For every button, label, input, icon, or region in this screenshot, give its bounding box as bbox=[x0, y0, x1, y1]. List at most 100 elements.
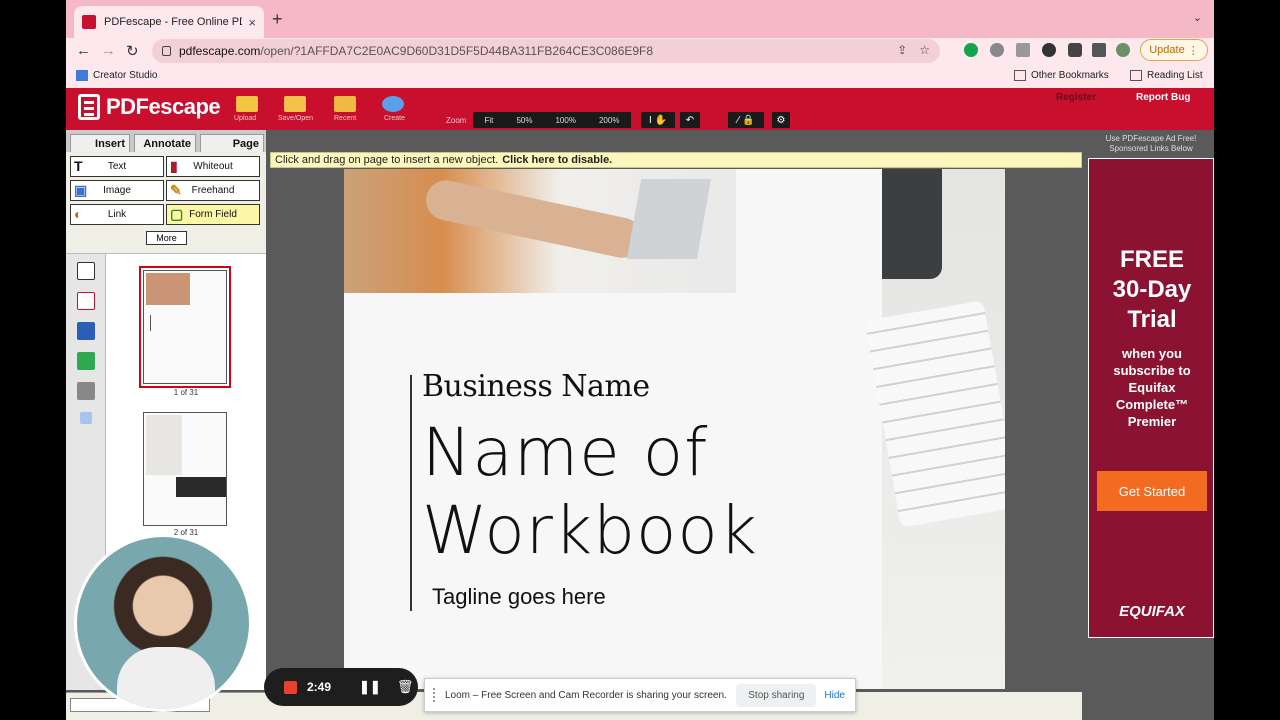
bookmarks-bar: Creator Studio Other Bookmarks Reading L… bbox=[66, 66, 1214, 88]
insert-notice-bar: Click and drag on page to insert a new o… bbox=[270, 152, 1082, 168]
thumbnail-label: 2 of 31 bbox=[173, 528, 199, 537]
print-icon[interactable] bbox=[77, 382, 95, 400]
reload-icon[interactable]: ↻ bbox=[126, 42, 139, 60]
zoom-100-button[interactable]: 100% bbox=[555, 116, 575, 125]
link-tool-icon: ◐ bbox=[74, 206, 83, 222]
thumbnail-label: 1 of 31 bbox=[173, 388, 199, 397]
camera-extension-icon[interactable] bbox=[990, 43, 1004, 57]
drag-handle-icon[interactable] bbox=[433, 688, 439, 702]
bookmark-label: Other Bookmarks bbox=[1031, 70, 1109, 81]
stop-recording-icon[interactable] bbox=[284, 680, 297, 694]
recording-timer: 2:49 bbox=[307, 680, 332, 694]
link-tool-button[interactable]: ◐ Link bbox=[70, 204, 164, 225]
page-thumbnail-1[interactable] bbox=[139, 266, 231, 388]
tab-page[interactable]: Page bbox=[200, 134, 264, 152]
page-thumbnail-2[interactable] bbox=[143, 412, 227, 526]
ad-note-line-1: Use PDFescape Ad Free! bbox=[1105, 134, 1197, 143]
disable-notice-link[interactable]: Click here to disable. bbox=[502, 154, 612, 166]
create-icon[interactable] bbox=[382, 96, 404, 112]
ad-sub-3: Equifax bbox=[1128, 380, 1176, 395]
more-tools-button[interactable]: More bbox=[146, 231, 187, 245]
download-icon[interactable] bbox=[77, 352, 95, 370]
webcam-person bbox=[117, 647, 215, 709]
ad-free-note[interactable]: Use PDFescape Ad Free! Sponsored Links B… bbox=[1088, 134, 1214, 154]
browser-tab-pdfescape[interactable]: PDFescape - Free Online PDF E × bbox=[74, 6, 264, 38]
creator-studio-icon bbox=[76, 70, 88, 81]
text-tool-button[interactable]: T Text bbox=[70, 156, 164, 177]
bookmark-label: Creator Studio bbox=[93, 70, 158, 81]
report-bug-link[interactable]: Report Bug bbox=[1136, 92, 1190, 103]
profile-avatar-icon[interactable] bbox=[1116, 43, 1130, 57]
stop-sharing-button[interactable]: Stop sharing bbox=[736, 683, 817, 707]
save-open-folder-icon[interactable] bbox=[284, 96, 306, 112]
thumb-title-line bbox=[150, 315, 196, 331]
select-hand-tool-icon[interactable]: I ✋ bbox=[641, 112, 675, 128]
pdf-page[interactable]: Business Name Name of Workbook Tagline g… bbox=[344, 169, 1005, 689]
webcam-bubble[interactable] bbox=[74, 534, 252, 712]
tool-label: Image bbox=[103, 185, 131, 196]
trash-icon[interactable]: 🗑 bbox=[397, 679, 414, 695]
tab-title: PDFescape - Free Online PDF E bbox=[104, 16, 242, 28]
bookmark-creator-studio[interactable]: Creator Studio bbox=[76, 70, 157, 81]
undo-icon[interactable]: ↶ bbox=[680, 112, 700, 128]
ad-sub-1: when you bbox=[1122, 346, 1182, 361]
bookmark-other[interactable]: Other Bookmarks bbox=[1014, 70, 1109, 81]
pause-icon[interactable]: ❚❚ bbox=[359, 679, 381, 695]
photo-keyboard bbox=[864, 300, 1005, 528]
folder-icon bbox=[1014, 70, 1026, 81]
url-host: pdfescape.com bbox=[179, 44, 261, 58]
thumb-dark-block bbox=[176, 477, 226, 497]
back-arrow-icon[interactable]: ← bbox=[76, 42, 91, 59]
new-tab-button[interactable]: + bbox=[272, 9, 283, 30]
bookmark-reading-list[interactable]: Reading List bbox=[1130, 70, 1203, 81]
settings-gear-icon[interactable]: ⚙ bbox=[772, 112, 790, 128]
pdf-page-icon[interactable] bbox=[77, 292, 95, 310]
ad-sub-4: Complete™ bbox=[1115, 397, 1189, 412]
save-disk-icon[interactable] bbox=[77, 322, 95, 340]
close-tab-icon[interactable]: × bbox=[248, 15, 256, 30]
whiteout-tool-button[interactable]: ▮ Whiteout bbox=[166, 156, 260, 177]
update-label: Update bbox=[1149, 44, 1185, 56]
extension-dark-icon[interactable] bbox=[1042, 43, 1056, 57]
hide-button[interactable]: Hide bbox=[824, 690, 845, 701]
grammarly-extension-icon[interactable] bbox=[964, 43, 978, 57]
tab-insert[interactable]: Insert bbox=[70, 134, 130, 152]
freehand-tool-icon: ✎ bbox=[170, 182, 182, 198]
image-tool-button[interactable]: ▣ Image bbox=[70, 180, 164, 201]
share-message: Loom – Free Screen and Cam Recorder is s… bbox=[445, 689, 727, 701]
zoom-50-button[interactable]: 50% bbox=[516, 116, 532, 125]
zoom-200-button[interactable]: 200% bbox=[599, 116, 619, 125]
tagline-text: Tagline goes here bbox=[432, 584, 606, 609]
ad-headline-2: 30-Day bbox=[1112, 276, 1192, 303]
pdfescape-logo[interactable]: PDFescape bbox=[78, 94, 221, 120]
share-icon[interactable]: ⇪ bbox=[897, 43, 907, 57]
browser-window: PDFescape - Free Online PDF E × + ⌄ ← → … bbox=[66, 0, 1214, 720]
form-field-tool-button[interactable]: ▢ Form Field bbox=[166, 204, 260, 225]
media-queue-icon[interactable] bbox=[1092, 43, 1106, 57]
page-small-icon[interactable] bbox=[80, 412, 92, 424]
upload-folder-icon[interactable] bbox=[236, 96, 258, 112]
equifax-ad[interactable]: FREE 30-Day Trial when you subscribe to … bbox=[1088, 158, 1214, 638]
fullscreen-extension-icon[interactable] bbox=[1016, 43, 1030, 57]
title-line-1: Name of bbox=[422, 414, 709, 491]
tab-strip: PDFescape - Free Online PDF E × + ⌄ bbox=[66, 0, 1214, 38]
zoom-fit-button[interactable]: Fit bbox=[485, 116, 494, 125]
tool-label: Form Field bbox=[189, 209, 237, 220]
upload-label: Upload bbox=[234, 115, 257, 122]
tab-annotate[interactable]: Annotate bbox=[134, 134, 196, 152]
freehand-tool-button[interactable]: ✎ Freehand bbox=[166, 180, 260, 201]
recent-folder-icon[interactable] bbox=[334, 96, 356, 112]
forward-arrow-icon[interactable]: → bbox=[101, 42, 116, 59]
update-button[interactable]: Update ⋮ bbox=[1140, 39, 1208, 61]
address-bar[interactable]: pdfescape.com/open/?1AFFDA7C2E0AC9D60D31… bbox=[152, 39, 940, 63]
tab-search-chevron-icon[interactable]: ⌄ bbox=[1193, 11, 1202, 24]
desk-photo bbox=[344, 169, 736, 293]
photo-speaker bbox=[882, 169, 942, 279]
get-started-button[interactable]: Get Started bbox=[1097, 471, 1207, 511]
puzzle-extensions-icon[interactable] bbox=[1068, 43, 1082, 57]
thumb-photo bbox=[146, 415, 182, 475]
bookmark-star-icon[interactable]: ☆ bbox=[919, 43, 930, 57]
lock-tool-icon[interactable]: ⁄ 🔒 bbox=[728, 112, 764, 128]
register-link[interactable]: Register bbox=[1056, 92, 1096, 103]
pages-icon[interactable] bbox=[77, 262, 95, 280]
